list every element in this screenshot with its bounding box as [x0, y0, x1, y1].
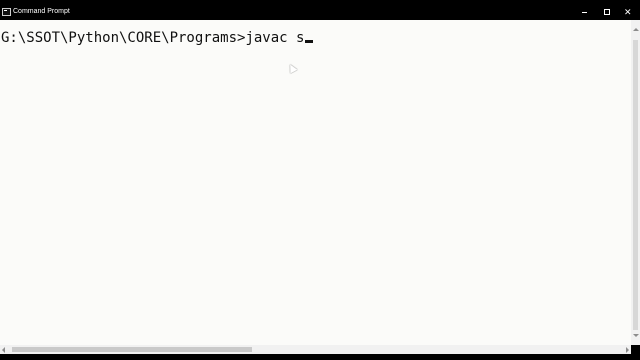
title-bar[interactable]: Command Prompt ✕	[0, 5, 640, 20]
console-output-area[interactable]: G:\SSOT\Python\CORE\Programs>javac s	[0, 20, 631, 345]
scroll-right-icon[interactable]	[626, 347, 629, 353]
maximize-button[interactable]	[596, 5, 616, 20]
command-prompt-icon	[2, 8, 11, 16]
scroll-up-icon[interactable]	[633, 28, 639, 31]
horizontal-scrollbar[interactable]	[0, 345, 631, 354]
typed-command[interactable]: javac s	[245, 30, 304, 46]
minimize-icon	[582, 12, 587, 13]
mouse-pointer-icon	[286, 62, 298, 74]
close-button[interactable]: ✕	[618, 5, 638, 20]
scroll-down-icon[interactable]	[633, 334, 639, 337]
maximize-icon	[604, 9, 610, 15]
minimize-button[interactable]	[574, 5, 594, 20]
command-line[interactable]: G:\SSOT\Python\CORE\Programs>javac s	[1, 30, 314, 47]
prompt-path: G:\SSOT\Python\CORE\Programs>	[1, 30, 246, 46]
scroll-left-icon[interactable]	[2, 347, 5, 353]
horizontal-scroll-thumb[interactable]	[12, 347, 252, 352]
window-title: Command Prompt	[13, 8, 70, 15]
vertical-scrollbar[interactable]	[631, 20, 640, 345]
vertical-scroll-thumb[interactable]	[633, 40, 638, 330]
text-cursor	[305, 40, 314, 43]
command-prompt-window: Command Prompt ✕ G:\SSOT\Python\CORE\Pro…	[0, 0, 640, 360]
window-bottom-border	[0, 354, 640, 360]
close-icon: ✕	[624, 7, 632, 17]
